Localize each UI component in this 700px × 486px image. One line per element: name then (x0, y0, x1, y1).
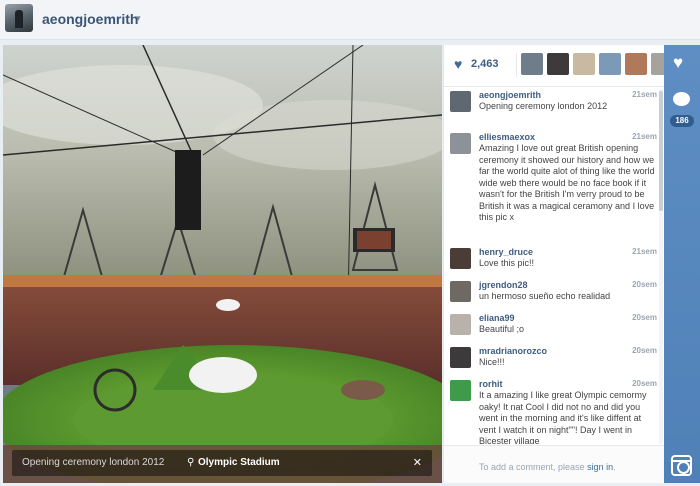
comment-username[interactable]: henry_druce (479, 247, 533, 257)
map-pin-icon: ⚲ (187, 457, 195, 468)
heart-icon[interactable]: ♥ (673, 53, 683, 73)
photo-caption-bar: Opening ceremony london 2012 ⚲ Olympic S… (12, 450, 432, 476)
comment-username[interactable]: rorhit (479, 379, 503, 389)
likers-strip (516, 53, 665, 77)
close-icon[interactable]: ✕ (413, 456, 422, 469)
avatar[interactable] (450, 91, 471, 112)
avatar[interactable] (450, 281, 471, 302)
comment-text: Nice!!! (479, 357, 505, 367)
sign-in-link[interactable]: sign in (587, 462, 613, 472)
comment-username[interactable]: mradrianorozco (479, 346, 547, 356)
comment-text: Opening ceremony london 2012 (479, 101, 608, 111)
comment-text: It a amazing I like great Olympic cemorm… (479, 390, 647, 444)
comment-text: Love this pic!! (479, 258, 535, 268)
comment-time: 20sem (632, 346, 657, 355)
owner-avatar[interactable] (5, 4, 33, 32)
liker-avatar[interactable] (547, 53, 569, 75)
comment-time: 21sem (632, 247, 657, 256)
avatar[interactable] (450, 380, 471, 401)
comment-text: un hermoso sueño echo realidad (479, 291, 611, 301)
comment-time: 21sem (632, 90, 657, 99)
comment-username[interactable]: jgrendon28 (479, 280, 528, 290)
comment-text: Amazing I love out great British opening… (479, 143, 655, 222)
comment-username[interactable]: eliana99 (479, 313, 515, 323)
comment-time: 20sem (632, 280, 657, 289)
chevron-down-icon[interactable]: ▾ (136, 13, 141, 24)
liker-avatar[interactable] (651, 53, 665, 75)
avatar[interactable] (450, 314, 471, 335)
comment-item: mradrianorozco 20sem Nice!!! (444, 343, 665, 373)
liker-avatar[interactable] (521, 53, 543, 75)
liker-avatar[interactable] (599, 53, 621, 75)
instagram-camera-icon[interactable] (671, 455, 692, 476)
comment-bubble-icon[interactable] (673, 92, 690, 106)
add-comment-label: To add a comment, please (479, 462, 588, 472)
comment-item: eliana99 20sem Beautiful ;o (444, 310, 665, 340)
add-comment-area: To add a comment, please sign in. (444, 445, 665, 483)
comment-count-badge: 186 (670, 115, 694, 127)
comment-item: henry_druce 21sem Love this pic!! (444, 244, 665, 274)
comment-username[interactable]: elliesmaexox (479, 132, 535, 142)
comment-time: 21sem (632, 132, 657, 141)
stadium-photo-illustration (3, 45, 442, 483)
liker-avatar[interactable] (625, 53, 647, 75)
comment-time: 20sem (632, 313, 657, 322)
avatar[interactable] (450, 248, 471, 269)
comment-username[interactable]: aeongjoemrith (479, 90, 541, 100)
owner-username[interactable]: aeongjoemrith (42, 11, 138, 27)
comment-time: 20sem (632, 379, 657, 388)
likes-count[interactable]: 2,463 (471, 58, 499, 70)
add-comment-prompt: To add a comment, please sign in. (479, 462, 616, 472)
comments-panel: ♥ 2,463 aeongjoemrith 21sem Opening cere… (443, 45, 665, 483)
post-photo[interactable] (3, 45, 442, 483)
location-link[interactable]: Olympic Stadium (198, 457, 280, 468)
photo-caption: Opening ceremony london 2012 (22, 457, 165, 468)
comment-item: jgrendon28 20sem un hermoso sueño echo r… (444, 277, 665, 307)
heart-icon: ♥ (454, 56, 463, 72)
comment-item: elliesmaexox 21sem Amazing I love out gr… (444, 129, 665, 241)
scrollbar-thumb[interactable] (659, 91, 663, 211)
comment-item: aeongjoemrith 21sem Opening ceremony lon… (444, 87, 665, 117)
liker-avatar[interactable] (573, 53, 595, 75)
avatar[interactable] (450, 133, 471, 154)
top-bar: aeongjoemrith ▾ (0, 0, 700, 40)
comment-item: rorhit 20sem It a amazing I like great O… (444, 376, 665, 444)
add-comment-suffix: . (613, 462, 616, 472)
comment-text: Beautiful ;o (479, 324, 525, 334)
comment-list: aeongjoemrith 21sem Opening ceremony lon… (444, 87, 665, 444)
likes-row: ♥ 2,463 (444, 45, 665, 87)
avatar[interactable] (450, 347, 471, 368)
action-rail: ♥ 186 (664, 45, 700, 483)
